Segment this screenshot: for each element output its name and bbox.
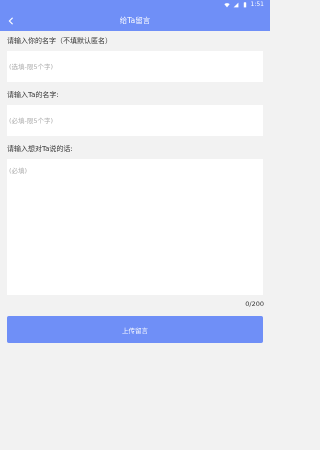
page-title: 给Ta留言 xyxy=(119,16,151,25)
status-time: 1:51 xyxy=(250,1,264,8)
status-bar: 1:51 xyxy=(0,0,270,10)
your-name-label: 请输入你的名字（不填默认匿名） xyxy=(7,37,112,45)
signal-icon xyxy=(233,2,238,8)
character-counter: 0/200 xyxy=(245,300,264,308)
battery-icon xyxy=(243,2,246,8)
their-name-label: 请输入Ta的名字: xyxy=(7,91,59,99)
message-textarea[interactable] xyxy=(7,159,263,295)
app-header: 给Ta留言 xyxy=(0,10,270,31)
status-icons: 1:51 xyxy=(223,1,264,9)
upload-message-button[interactable]: 上传留言 xyxy=(7,316,263,343)
wifi-icon xyxy=(223,3,230,8)
their-name-input[interactable] xyxy=(7,105,263,136)
your-name-input[interactable] xyxy=(7,51,263,82)
message-label: 请输入想对Ta说的话: xyxy=(7,145,73,153)
